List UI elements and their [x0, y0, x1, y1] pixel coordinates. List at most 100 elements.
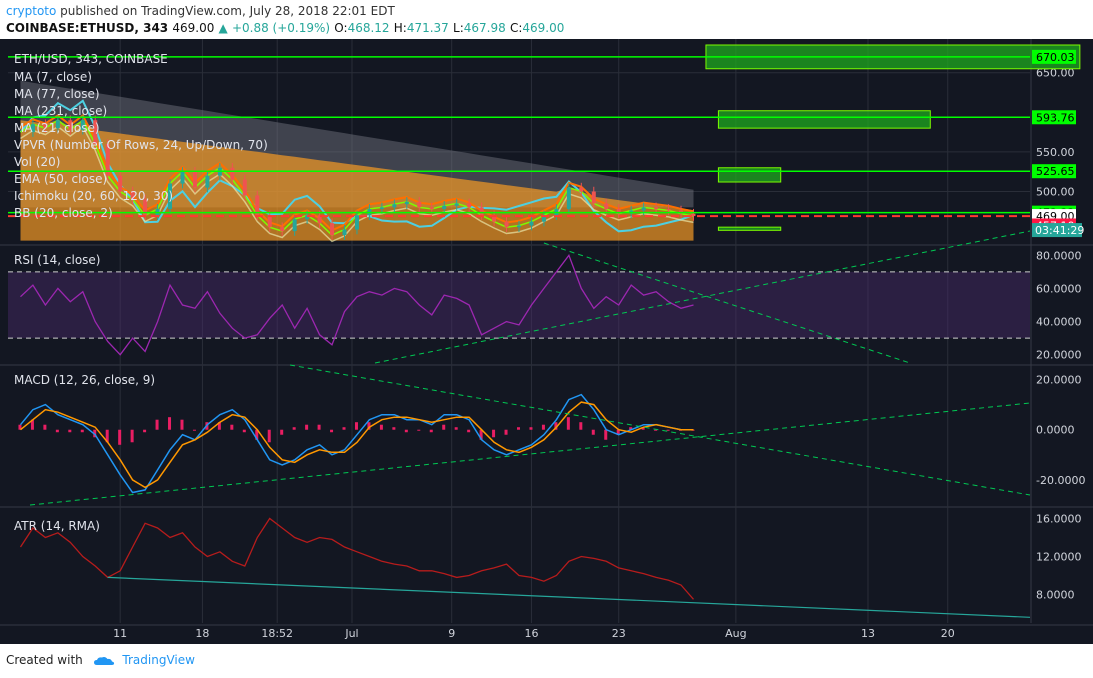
candle-body — [379, 207, 384, 209]
candle-body — [354, 215, 359, 230]
macd-histogram-bar — [292, 427, 296, 430]
price-tick-label: 550.00 — [1036, 146, 1075, 159]
candle-body — [442, 205, 447, 209]
indicator-legend-item: Ichimoku (20, 60, 120, 30) — [14, 189, 173, 203]
macd-trend-down — [289, 364, 1031, 496]
last-price: 469.00 — [172, 21, 215, 35]
countdown-text: 03:41:29 — [1035, 224, 1084, 237]
macd-histogram-bar — [379, 424, 383, 430]
rsi-pane-title: RSI (14, close) — [14, 253, 100, 267]
macd-histogram-bar — [404, 429, 408, 433]
candle-body — [180, 171, 185, 184]
indicator-legend-item: Vol (20) — [14, 155, 60, 169]
rsi-tick-label: 60.0000 — [1036, 282, 1082, 295]
symbol: COINBASE:ETHUSD, 343 — [6, 21, 169, 35]
macd-histogram-bar — [68, 429, 72, 433]
price-label-value: 670.03 — [1036, 51, 1075, 64]
price-label-value: 525.65 — [1036, 165, 1075, 178]
macd-histogram-bar — [429, 429, 433, 433]
indicator-legend-item: MA (21, close) — [14, 121, 100, 135]
candle-body — [479, 207, 484, 216]
macd-trend-up — [29, 402, 1031, 506]
high-value: 471.37 — [406, 21, 449, 35]
supply-zone — [717, 167, 782, 183]
macd-histogram-bar — [267, 429, 271, 443]
macd-line — [19, 393, 694, 494]
candle-body — [566, 187, 571, 209]
time-tick-label: Aug — [725, 627, 746, 640]
open-value: 468.12 — [347, 21, 390, 35]
candle-body — [417, 201, 422, 208]
candle-body — [591, 191, 596, 204]
candle-body — [504, 221, 509, 228]
atr-tick-label: 8.0000 — [1036, 589, 1075, 602]
candle-body — [192, 171, 197, 188]
macd-histogram-bar — [305, 424, 309, 430]
macd-tick-label: 0.0000 — [1036, 424, 1075, 437]
macd-histogram-bar — [130, 429, 134, 443]
chart-svg[interactable]: 11 18 18:52 Jul 9 16 23 Aug 13 20650.00550.00500.… — [0, 39, 1093, 644]
time-tick-label: 16 — [524, 627, 538, 640]
atr-tick-label: 16.0000 — [1036, 513, 1082, 526]
indicator-legend-item: MA (77, close) — [14, 87, 100, 101]
indicator-legend-item: MA (7, close) — [14, 70, 92, 84]
macd-histogram-bar — [242, 429, 246, 433]
up-triangle-icon: ▲ — [218, 21, 228, 35]
candle-body — [392, 204, 397, 208]
candle-body — [454, 203, 459, 206]
macd-histogram-bar — [392, 427, 396, 430]
time-tick-label: 11 — [113, 627, 127, 640]
macd-signal-line — [20, 401, 694, 489]
candle-body — [330, 223, 335, 236]
symbol-line: COINBASE:ETHUSD, 343 469.00 ▲ +0.88 (+0.… — [6, 21, 564, 35]
candle-body — [404, 201, 409, 205]
created-with-text: Created with — [6, 653, 83, 667]
macd-histogram-bar — [579, 422, 583, 430]
footer: Created with TradingView — [6, 653, 195, 667]
close-label: C: — [509, 21, 523, 35]
macd-histogram-bar — [80, 429, 84, 433]
macd-histogram-bar — [454, 427, 458, 430]
macd-histogram-bar — [180, 419, 184, 430]
price-pane-title: ETH/USD, 343, COINBASE — [14, 52, 168, 66]
macd-histogram-bar — [467, 429, 471, 433]
candle-body — [230, 167, 235, 180]
candle-body — [517, 225, 521, 228]
tradingview-link[interactable]: TradingView — [122, 653, 195, 667]
macd-histogram-bar — [354, 422, 358, 430]
time-tick-label: 13 — [861, 627, 875, 640]
price-change: +0.88 (+0.19%) — [231, 21, 331, 35]
macd-histogram-bar — [168, 417, 172, 430]
candle-body — [242, 179, 247, 196]
macd-histogram-bar — [417, 429, 421, 431]
price-label-value: 593.76 — [1036, 111, 1075, 124]
candle-body — [529, 221, 534, 226]
time-tick-label: 18 — [195, 627, 209, 640]
rsi-tick-label: 40.0000 — [1036, 316, 1082, 329]
supply-zone — [717, 226, 782, 231]
candle-body — [641, 207, 646, 211]
indicator-legend-item: EMA (50, close) — [14, 172, 107, 186]
candle-body — [654, 207, 659, 209]
atr-tick-label: 12.0000 — [1036, 551, 1082, 564]
macd-histogram-bar — [192, 429, 196, 431]
macd-histogram-bar — [492, 429, 496, 438]
candle-body — [691, 213, 696, 217]
chart-area[interactable]: 11 18 18:52 Jul 9 16 23 Aug 13 20 650.00 550.00 500.… — [0, 39, 1093, 644]
candle-body — [205, 175, 210, 188]
time-tick-label: 9 — [448, 627, 455, 640]
author-link[interactable]: cryptoto — [6, 4, 56, 18]
macd-histogram-bar — [442, 424, 446, 430]
atr-pane-title: ATR (14, RMA) — [14, 519, 100, 533]
macd-histogram-bar — [529, 427, 533, 430]
macd-histogram-bar — [155, 419, 159, 430]
open-label: O: — [334, 21, 348, 35]
atr-trend-line — [107, 576, 1031, 618]
high-label: H: — [393, 21, 407, 35]
candle-body — [292, 219, 297, 232]
indicator-legend-item: MA (231, close) — [14, 104, 107, 118]
macd-histogram-bar — [504, 429, 508, 435]
time-tick-label: 20 — [941, 627, 955, 640]
time-tick-label: 18:52 — [261, 627, 293, 640]
macd-histogram-bar — [566, 417, 570, 430]
